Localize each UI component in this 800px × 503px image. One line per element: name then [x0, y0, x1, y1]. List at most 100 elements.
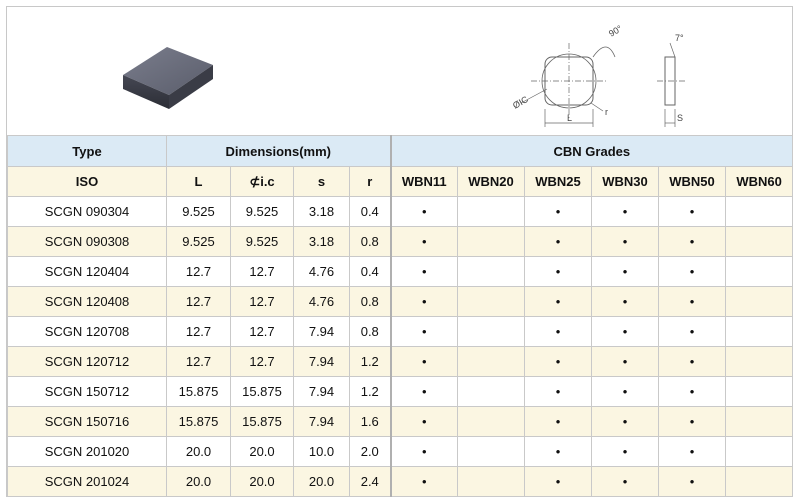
insert-spec-table: Type Dimensions(mm) CBN Grades ISO L ⊄i.… [7, 135, 794, 497]
iso-cell: SCGN 090304 [7, 196, 167, 227]
ic-cell: 12.7 [230, 316, 294, 347]
r-cell: 1.2 [348, 346, 392, 377]
cbn-grades-header: CBN Grades [389, 135, 794, 167]
availability-dot-icon: • [422, 414, 427, 429]
availability-dot-icon: • [422, 294, 427, 309]
grade-cell [457, 286, 526, 317]
availability-dot-icon: • [622, 294, 628, 309]
grade-header-wbn60: WBN60 [725, 166, 794, 197]
availability-dot-icon: • [689, 384, 695, 399]
grade-cell: • [524, 466, 593, 497]
l-cell: 20.0 [166, 466, 231, 497]
table-row: SCGN 201020 20.0 20.0 10.0 2.0 • • • • [7, 436, 794, 467]
grade-cell: • [591, 196, 660, 227]
r-header: r [348, 166, 392, 197]
ic-cell: 20.0 [230, 466, 294, 497]
availability-dot-icon: • [422, 444, 427, 459]
iso-cell: SCGN 201020 [7, 436, 167, 467]
availability-dot-icon: • [622, 234, 628, 249]
l-cell: 12.7 [166, 316, 231, 347]
availability-dot-icon: • [422, 324, 427, 339]
availability-dot-icon: • [422, 384, 427, 399]
grade-cell [725, 196, 794, 227]
s-header: s [293, 166, 350, 197]
grade-header-wbn30: WBN30 [591, 166, 660, 197]
table-row: SCGN 120404 12.7 12.7 4.76 0.4 • • • • [7, 256, 794, 287]
grade-header-wbn25: WBN25 [524, 166, 593, 197]
s-cell: 10.0 [293, 436, 350, 467]
grade-header-wbn11: WBN11 [389, 166, 459, 197]
grade-cell: • [524, 406, 593, 437]
grade-cell: • [389, 466, 459, 497]
table-row: SCGN 150712 15.875 15.875 7.94 1.2 • • • • [7, 376, 794, 407]
table-row: SCGN 090304 9.525 9.525 3.18 0.4 • • • • [7, 196, 794, 227]
availability-dot-icon: • [689, 324, 695, 339]
l-header: L [166, 166, 231, 197]
availability-dot-icon: • [555, 324, 561, 339]
grade-cell [725, 436, 794, 467]
product-sheet: 90° 7° ØIC r L S Type Dimensions(mm) CBN… [6, 6, 794, 497]
grade-cell: • [389, 196, 459, 227]
grade-cell [725, 256, 794, 287]
availability-dot-icon: • [689, 354, 695, 369]
grade-header-wbn50: WBN50 [658, 166, 727, 197]
grade-cell [725, 376, 794, 407]
ic-cell: 12.7 [230, 286, 294, 317]
r-cell: 0.8 [348, 286, 392, 317]
table-row: SCGN 120408 12.7 12.7 4.76 0.8 • • • • [7, 286, 794, 317]
grade-cell: • [389, 286, 459, 317]
grade-cell: • [524, 256, 593, 287]
s-cell: 20.0 [293, 466, 350, 497]
table-row: SCGN 120712 12.7 12.7 7.94 1.2 • • • • [7, 346, 794, 377]
grade-cell [725, 226, 794, 257]
availability-dot-icon: • [555, 474, 561, 489]
iso-header: ISO [7, 166, 167, 197]
l-cell: 12.7 [166, 256, 231, 287]
grade-cell: • [524, 196, 593, 227]
r-cell: 2.4 [348, 466, 392, 497]
r-cell: 0.8 [348, 226, 392, 257]
availability-dot-icon: • [622, 444, 628, 459]
grade-cell [725, 346, 794, 377]
iso-cell: SCGN 120404 [7, 256, 167, 287]
availability-dot-icon: • [622, 324, 628, 339]
s-cell: 7.94 [293, 406, 350, 437]
grade-cell: • [591, 466, 660, 497]
table-row: SCGN 120708 12.7 12.7 7.94 0.8 • • • • [7, 316, 794, 347]
availability-dot-icon: • [622, 354, 628, 369]
header-row-columns: ISO L ⊄i.c s r WBN11 WBN20 WBN25 WBN30 W… [7, 166, 794, 197]
grade-cell [457, 406, 526, 437]
grade-cell: • [591, 436, 660, 467]
grade-cell: • [658, 346, 727, 377]
l-cell: 12.7 [166, 346, 231, 377]
grade-cell: • [524, 286, 593, 317]
grade-cell: • [389, 316, 459, 347]
dimensions-header: Dimensions(mm) [165, 135, 392, 167]
grade-cell: • [389, 406, 459, 437]
grade-cell: • [658, 226, 727, 257]
iso-cell: SCGN 120408 [7, 286, 167, 317]
r-cell: 0.4 [348, 196, 392, 227]
iso-cell: SCGN 201024 [7, 466, 167, 497]
grade-cell [457, 376, 526, 407]
thickness-label: S [677, 113, 683, 123]
length-label: L [567, 113, 572, 123]
grade-cell: • [658, 316, 727, 347]
s-cell: 7.94 [293, 346, 350, 377]
grade-cell [457, 256, 526, 287]
grade-cell: • [389, 436, 459, 467]
r-cell: 1.2 [348, 376, 392, 407]
grade-cell: • [658, 406, 727, 437]
availability-dot-icon: • [689, 204, 695, 219]
product-hero: 90° 7° ØIC r L S [7, 7, 792, 135]
ic-cell: 20.0 [230, 436, 294, 467]
availability-dot-icon: • [422, 234, 427, 249]
availability-dot-icon: • [689, 444, 695, 459]
availability-dot-icon: • [689, 294, 695, 309]
l-cell: 9.525 [166, 226, 231, 257]
ic-header: ⊄i.c [230, 166, 294, 197]
insert-dimension-drawing: 90° 7° ØIC r L S [511, 23, 685, 127]
r-cell: 2.0 [348, 436, 392, 467]
l-cell: 12.7 [166, 286, 231, 317]
ic-cell: 15.875 [230, 406, 294, 437]
